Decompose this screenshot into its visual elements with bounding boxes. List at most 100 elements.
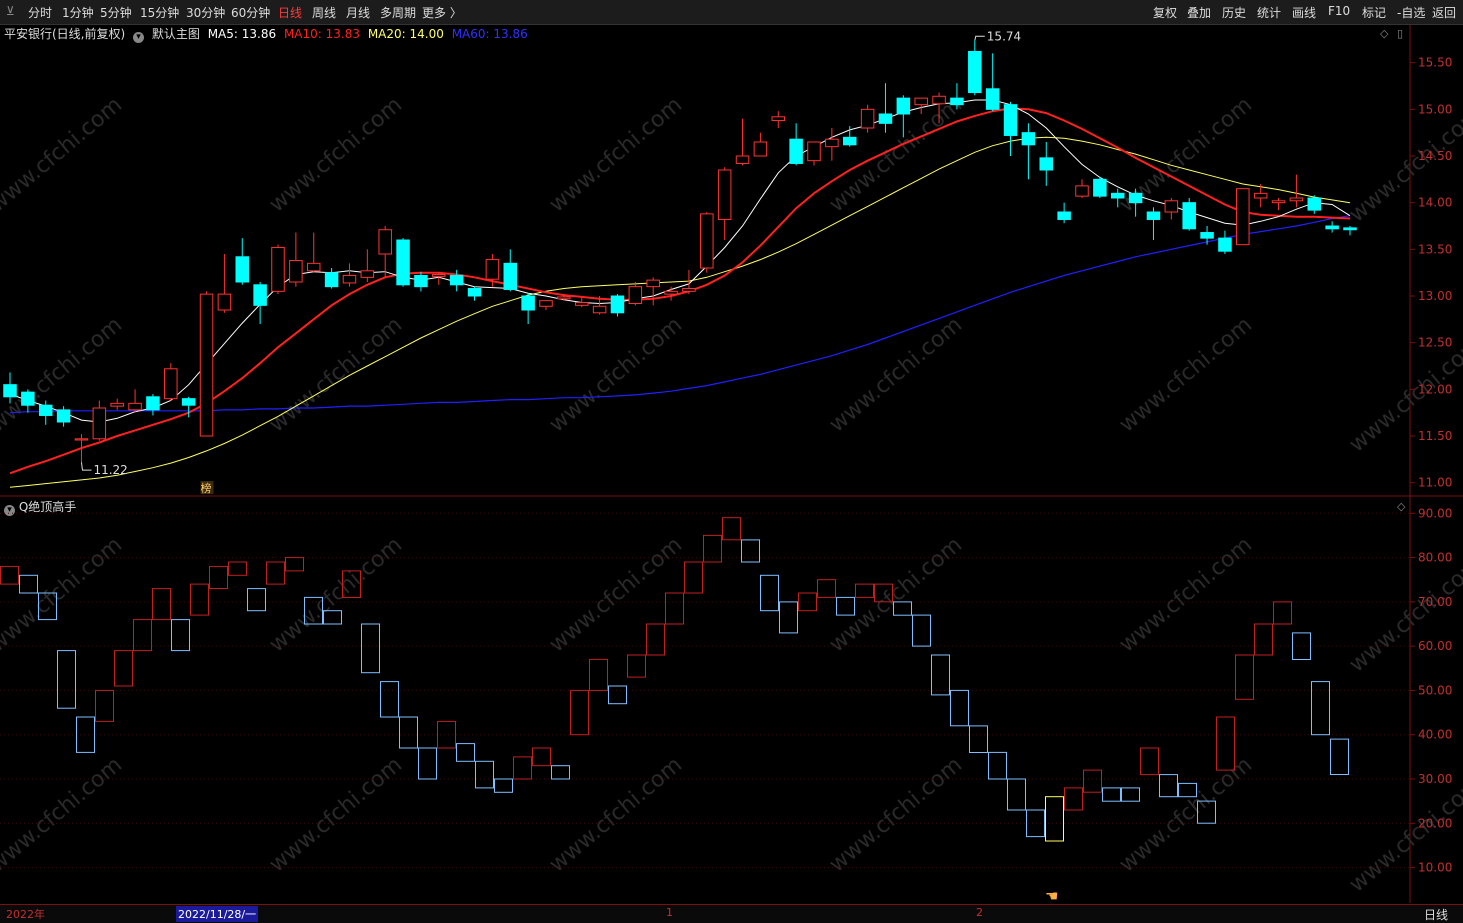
candle-body-14 [253, 284, 267, 306]
candle-body-67 [1200, 232, 1214, 239]
indicator-box-0 [0, 565, 19, 585]
period-label[interactable]: 日线 [1424, 906, 1448, 923]
candle-body-51 [914, 97, 928, 106]
candle-body-42 [753, 141, 768, 157]
ind-ytick-1: 80.00 [1418, 551, 1452, 565]
indicator-box-15 [285, 557, 304, 572]
ind-ytick-7: 20.00 [1418, 816, 1452, 830]
candle-body-54 [968, 50, 982, 94]
candle-body-39 [700, 213, 714, 269]
indicator-diamond-icon: ◇ [1397, 500, 1406, 513]
indicator-box-68 [1292, 632, 1311, 661]
candle-body-45 [807, 141, 821, 162]
candle-body-20 [360, 270, 375, 278]
main-ytick-3: 14.00 [1418, 196, 1452, 210]
indicator-box-70 [1330, 738, 1349, 775]
indicator-box-39 [741, 539, 760, 563]
candle-body-23 [414, 274, 428, 288]
candle-body-72 [1289, 197, 1304, 202]
candle-body-7 [128, 402, 142, 411]
candle-body-56 [1003, 104, 1018, 136]
watermark-11: www.cfchi.com [265, 532, 407, 657]
candle-body-22 [396, 239, 410, 286]
ind-ytick-4: 50.00 [1418, 683, 1452, 697]
candle-body-16 [289, 260, 303, 283]
indicator-box-56 [1064, 787, 1083, 811]
candle-body-12 [217, 293, 232, 311]
candle-body-9 [164, 368, 178, 400]
candle-body-41 [735, 155, 750, 164]
candle-body-47 [842, 136, 857, 146]
indicator-box-28 [532, 747, 551, 767]
candle-body-21 [378, 229, 392, 255]
indicator-box-10 [190, 583, 209, 616]
candle-body-26 [467, 288, 482, 297]
watermark-16: www.cfchi.com [265, 752, 407, 877]
date-axis-bar: 2022年 2022/11/28/一 1 2 日线 [0, 904, 1463, 923]
split-icon: ▯ [1397, 27, 1403, 40]
watermark-6: www.cfchi.com [265, 312, 407, 437]
main-ytick-4: 13.50 [1418, 242, 1452, 256]
indicator-box-29 [551, 765, 570, 780]
stock-chart[interactable]: www.cfchi.com www.cfchi.com www.cfchi.com w… [0, 0, 1463, 922]
month-label-2: 2 [976, 906, 983, 919]
indicator-box-27 [513, 756, 532, 780]
candle-body-29 [521, 295, 535, 311]
candle-body-8 [146, 396, 160, 411]
watermark-23: www.cfchi.com [1345, 772, 1463, 897]
hand-cursor-icon: ☚ [1045, 887, 1058, 905]
candle-body-5 [92, 407, 107, 440]
candle-body-27 [485, 259, 500, 280]
indicator-box-50 [950, 689, 969, 727]
candle-body-46 [825, 138, 839, 148]
ind-ytick-6: 30.00 [1418, 772, 1452, 786]
candle-body-65 [1164, 200, 1179, 213]
indicator-box-65 [1235, 654, 1254, 700]
candle-body-33 [592, 305, 607, 314]
candle-body-34 [610, 295, 625, 314]
high-marker [974, 35, 985, 41]
watermark-8: www.cfchi.com [825, 312, 967, 437]
watermark-18: www.cfchi.com [825, 752, 967, 877]
indicator-box-53 [1007, 778, 1026, 811]
watermark-10: www.cfchi.com [0, 532, 127, 657]
high-label: 15.74 [987, 29, 1021, 43]
candle-body-37 [664, 290, 678, 295]
main-ytick-0: 15.50 [1418, 56, 1452, 70]
indicator-box-25 [475, 760, 494, 789]
candle-body-57 [1021, 132, 1036, 146]
candle-body-24 [432, 274, 446, 277]
main-ytick-8: 11.50 [1418, 429, 1452, 443]
indicator-box-12 [228, 561, 247, 576]
watermark-22: www.cfchi.com [1345, 552, 1463, 677]
indicator-box-57 [1083, 769, 1102, 793]
candle-body-53 [950, 97, 964, 106]
candle-body-52 [932, 95, 946, 105]
candle-body-2 [38, 404, 53, 416]
indicator-box-24 [456, 743, 475, 762]
indicator-box-33 [627, 654, 646, 678]
indicator-box-4 [76, 716, 95, 753]
main-ytick-6: 12.50 [1418, 336, 1452, 350]
candle-body-3 [56, 409, 71, 423]
candle-body-70 [1253, 192, 1268, 199]
indicator-box-52 [988, 751, 1007, 780]
ind-ytick-5: 40.00 [1418, 728, 1452, 742]
indicator-box-13 [247, 588, 266, 612]
indicator-box-51 [969, 725, 988, 754]
ind-ytick-3: 60.00 [1418, 639, 1452, 653]
watermark-1: www.cfchi.com [265, 92, 407, 217]
month-label-1: 1 [666, 906, 673, 919]
candle-body-40 [717, 169, 732, 220]
indicator-box-32 [608, 685, 627, 705]
indicator-box-55 [1045, 796, 1064, 842]
indicator-box-31 [589, 658, 608, 691]
indicator-box-11 [209, 565, 228, 590]
candle-body-35 [628, 286, 643, 304]
indicator-box-67 [1273, 601, 1292, 625]
cursor-date-label: 2022/11/28/一 [176, 906, 259, 922]
main-ytick-1: 15.00 [1418, 102, 1452, 116]
main-ytick-2: 14.50 [1418, 149, 1452, 163]
indicator-box-14 [266, 561, 285, 585]
watermark-17: www.cfchi.com [545, 752, 687, 877]
